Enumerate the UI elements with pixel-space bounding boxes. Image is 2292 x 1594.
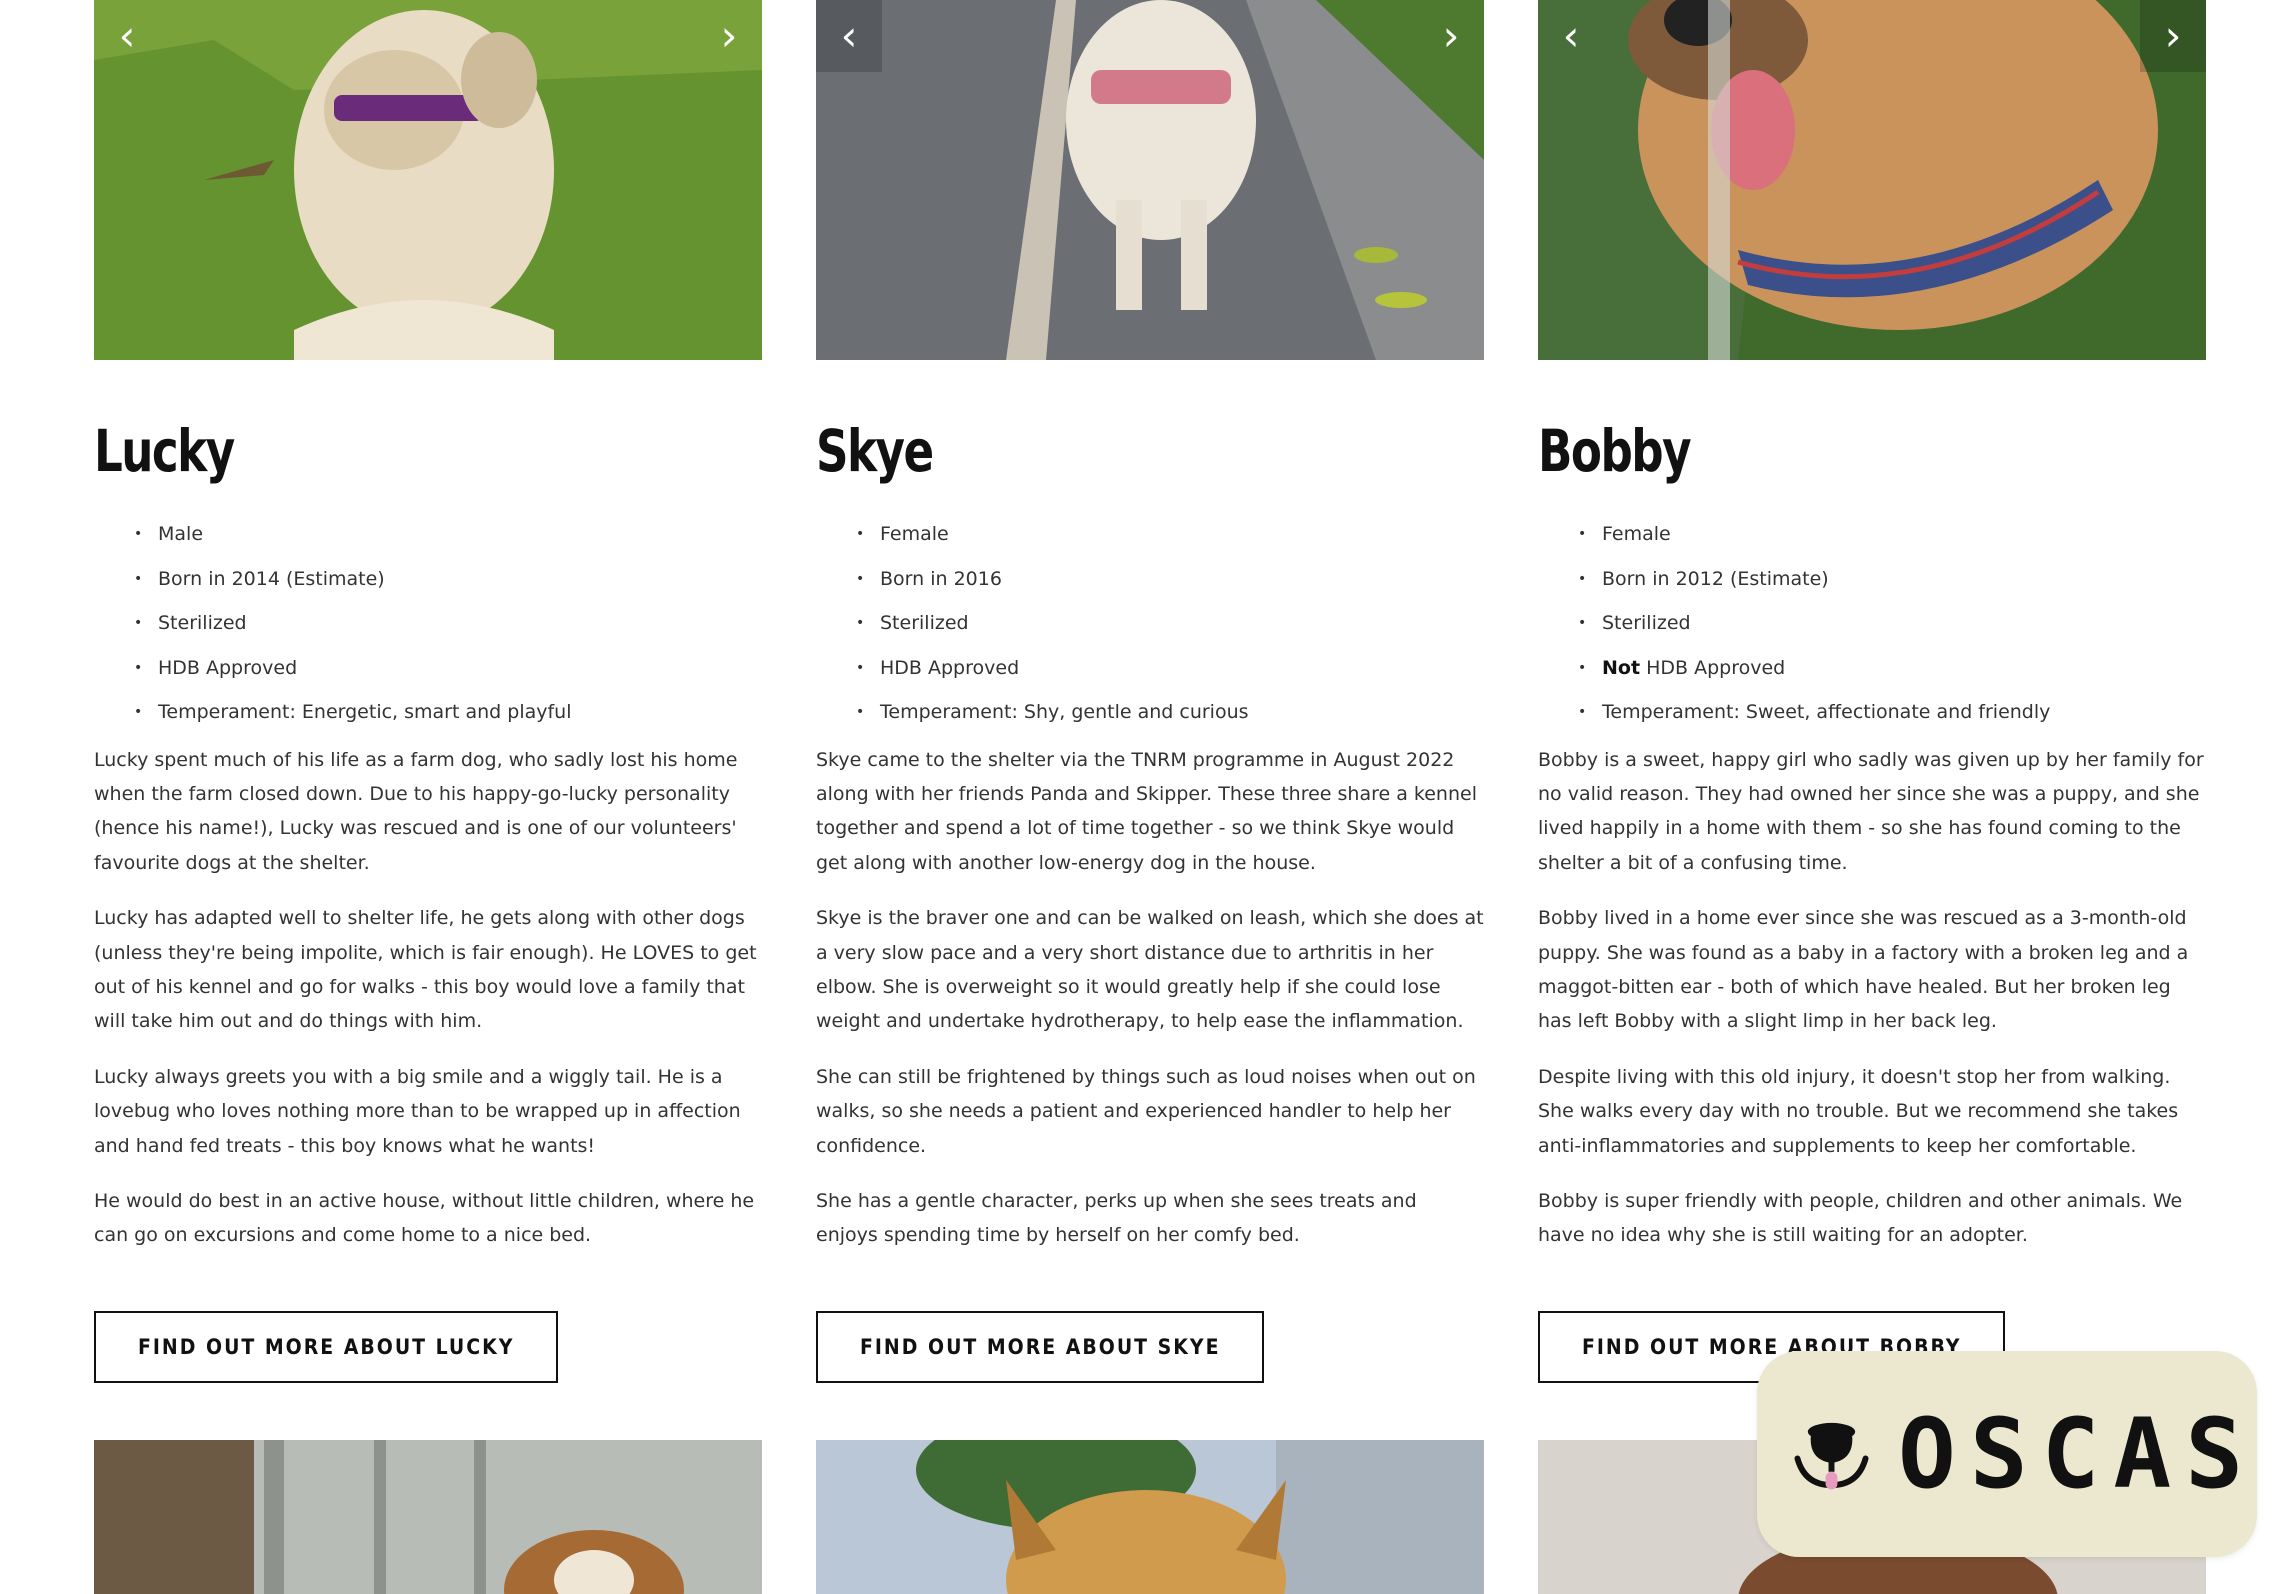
dog-card-bobby: ‹ › Bobby Female Born in 2012 (Estimate)… — [1538, 0, 2206, 1383]
fact-hdb-text: HDB Approved — [1646, 656, 1786, 679]
dog-photo — [94, 1440, 762, 1594]
chevron-left-icon: ‹ — [840, 11, 858, 60]
fact-sterilized: Sterilized — [856, 601, 1484, 646]
dog-photo-next-row[interactable] — [94, 1440, 762, 1594]
fact-temperament: Temperament: Energetic, smart and playfu… — [134, 690, 762, 735]
fact-sex: Female — [856, 512, 1484, 557]
dog-name: Bobby — [1538, 417, 1692, 485]
fact-sex: Female — [1578, 512, 2206, 557]
chevron-right-icon: › — [1442, 11, 1460, 60]
dog-photo-carousel[interactable]: ‹ › — [816, 0, 1484, 360]
find-out-more-lucky-button[interactable]: FIND OUT MORE ABOUT LUCKY — [94, 1310, 559, 1383]
find-out-more-skye-button[interactable]: FIND OUT MORE ABOUT SKYE — [816, 1310, 1265, 1383]
fact-temperament: Temperament: Sweet, affectionate and fri… — [1578, 690, 2206, 735]
description-paragraph: Skye came to the shelter via the TNRM pr… — [816, 748, 1477, 874]
description-paragraph: Lucky has adapted well to shelter life, … — [94, 907, 757, 1033]
brand-badge[interactable]: OSCAS — [1757, 1351, 2257, 1557]
carousel-next-button[interactable]: › — [2140, 0, 2206, 72]
dog-photo-carousel[interactable]: ‹ › — [1538, 0, 2206, 360]
carousel-next-button[interactable]: › — [696, 0, 762, 72]
description-paragraph: Bobby is super friendly with people, chi… — [1538, 1189, 2183, 1247]
description-paragraph: Bobby lived in a home ever since she was… — [1538, 907, 2189, 1033]
fact-hdb: HDB Approved — [134, 646, 762, 691]
chevron-left-icon: ‹ — [118, 11, 136, 60]
description-paragraph: Skye is the braver one and can be walked… — [816, 907, 1484, 1033]
dog-name: Lucky — [94, 417, 235, 485]
carousel-prev-button[interactable]: ‹ — [94, 0, 160, 72]
fact-born: Born in 2014 (Estimate) — [134, 557, 762, 602]
description-paragraph: Lucky spent much of his life as a farm d… — [94, 748, 738, 874]
description-paragraph: She can still be frightened by things su… — [816, 1065, 1476, 1157]
fact-sterilized: Sterilized — [1578, 601, 2206, 646]
description-paragraph: He would do best in an active house, wit… — [94, 1189, 755, 1247]
hdb-not-emphasis: Not — [1602, 656, 1641, 679]
dog-facts-list: Female Born in 2012 (Estimate) Sterilize… — [1538, 512, 2206, 735]
dog-photo — [94, 0, 762, 360]
carousel-prev-button[interactable]: ‹ — [816, 0, 882, 72]
brand-name: OSCAS — [1898, 1398, 2257, 1510]
dog-description: Skye came to the shelter via the TNRM pr… — [816, 743, 1484, 1253]
dog-facts-list: Male Born in 2014 (Estimate) Sterilized … — [94, 512, 762, 735]
description-paragraph: Despite living with this old injury, it … — [1538, 1065, 2179, 1157]
description-paragraph: Lucky always greets you with a big smile… — [94, 1065, 741, 1157]
dog-description: Lucky spent much of his life as a farm d… — [94, 743, 762, 1253]
carousel-prev-button[interactable]: ‹ — [1538, 0, 1604, 72]
dog-photo — [1538, 0, 2206, 360]
chevron-left-icon: ‹ — [1562, 11, 1580, 60]
chevron-right-icon: › — [720, 11, 738, 60]
chevron-right-icon: › — [2164, 11, 2182, 60]
fact-born: Born in 2016 — [856, 557, 1484, 602]
fact-born: Born in 2012 (Estimate) — [1578, 557, 2206, 602]
dog-card-lucky: ‹ › Lucky Male Born in 2014 (Estimate) S… — [94, 0, 762, 1383]
dog-photo — [816, 0, 1484, 360]
dog-photo — [816, 1440, 1484, 1594]
description-paragraph: She has a gentle character, perks up whe… — [816, 1189, 1417, 1247]
fact-hdb: Not HDB Approved — [1578, 646, 2206, 691]
dog-logo-icon — [1794, 1422, 1869, 1490]
fact-temperament: Temperament: Shy, gentle and curious — [856, 690, 1484, 735]
description-paragraph: Bobby is a sweet, happy girl who sadly w… — [1538, 748, 2204, 874]
dog-card-skye: ‹ › Skye Female Born in 2016 Sterilized … — [816, 0, 1484, 1383]
carousel-next-button[interactable]: › — [1418, 0, 1484, 72]
dog-facts-list: Female Born in 2016 Sterilized HDB Appro… — [816, 512, 1484, 735]
dog-photo-next-row[interactable] — [816, 1440, 1484, 1594]
fact-sterilized: Sterilized — [134, 601, 762, 646]
dog-photo-carousel[interactable]: ‹ › — [94, 0, 762, 360]
dog-name: Skye — [816, 417, 934, 485]
dog-description: Bobby is a sweet, happy girl who sadly w… — [1538, 743, 2206, 1253]
fact-sex: Male — [134, 512, 762, 557]
fact-hdb: HDB Approved — [856, 646, 1484, 691]
